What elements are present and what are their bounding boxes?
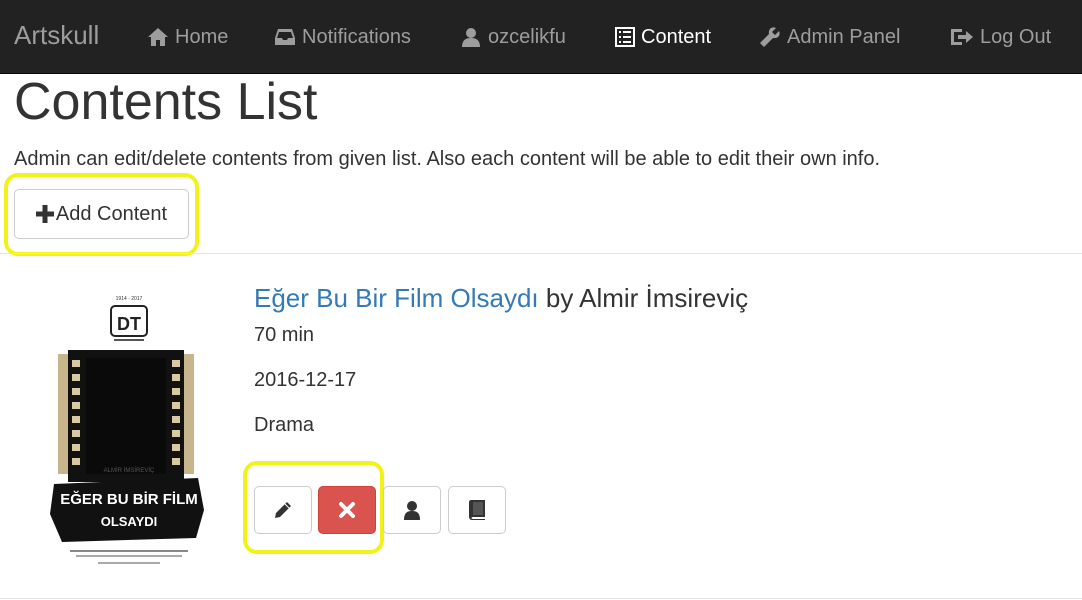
content-genre: Drama [254, 414, 315, 436]
nav-content-label: Content [641, 25, 712, 48]
user-icon [462, 28, 480, 47]
nav-user-label: ozcelikfu [488, 25, 566, 48]
home-icon [148, 28, 168, 46]
nav-notifications[interactable]: Notifications [274, 24, 411, 50]
content-author: by Almir İmsireviç [538, 283, 749, 313]
brand-link[interactable]: Artskull [14, 20, 99, 51]
nav-home[interactable]: Home [147, 24, 228, 50]
edit-button[interactable] [254, 486, 312, 534]
plus-icon [35, 205, 54, 223]
book-icon [469, 500, 485, 520]
list-icon [615, 27, 635, 47]
nav-content[interactable]: Content [615, 24, 711, 50]
page-title: Contents List [14, 73, 318, 131]
page-description: Admin can edit/delete contents from give… [14, 148, 881, 170]
nav-admin-panel-label: Admin Panel [787, 25, 901, 48]
remove-icon [339, 502, 355, 518]
content-duration: 70 min [254, 324, 315, 346]
user-button[interactable] [383, 486, 441, 534]
book-button[interactable] [448, 486, 506, 534]
content-heading: Eğer Bu Bir Film Olsaydı by Almir İmsire… [254, 283, 748, 314]
wrench-icon [760, 27, 780, 47]
logout-icon [951, 29, 973, 45]
pencil-icon [275, 502, 291, 518]
navbar: Artskull Home Notifications ozcelikfu Co… [0, 0, 1082, 74]
add-content-button[interactable]: Add Content [14, 189, 189, 239]
nav-home-label: Home [175, 25, 229, 48]
divider [0, 598, 1082, 599]
poster-title-line2: OLSAYDI [101, 514, 158, 529]
content-date: 2016-12-17 [254, 369, 357, 391]
poster-author: ALMİR İMSİREVİÇ [104, 467, 155, 474]
poster-title-line1: EĞER BU BİR FİLM [60, 490, 198, 508]
svg-text:1914 · 2017: 1914 · 2017 [116, 296, 143, 302]
user-icon [404, 501, 420, 520]
nav-notifications-label: Notifications [302, 25, 411, 48]
content-title-link[interactable]: Eğer Bu Bir Film Olsaydı [254, 283, 539, 313]
nav-logout[interactable]: Log Out [950, 24, 1051, 50]
nav-admin-panel[interactable]: Admin Panel [759, 24, 900, 50]
delete-button[interactable] [318, 486, 376, 534]
poster-logo-text: DT [117, 314, 141, 334]
add-content-label: Add Content [55, 202, 168, 225]
nav-logout-label: Log Out [980, 25, 1052, 48]
nav-user[interactable]: ozcelikfu [460, 24, 566, 50]
divider [0, 253, 1082, 254]
inbox-icon [275, 29, 295, 45]
content-poster: 1914 · 2017 DT ALMİR İMSİREVİÇ EĞER BU B… [48, 288, 210, 570]
